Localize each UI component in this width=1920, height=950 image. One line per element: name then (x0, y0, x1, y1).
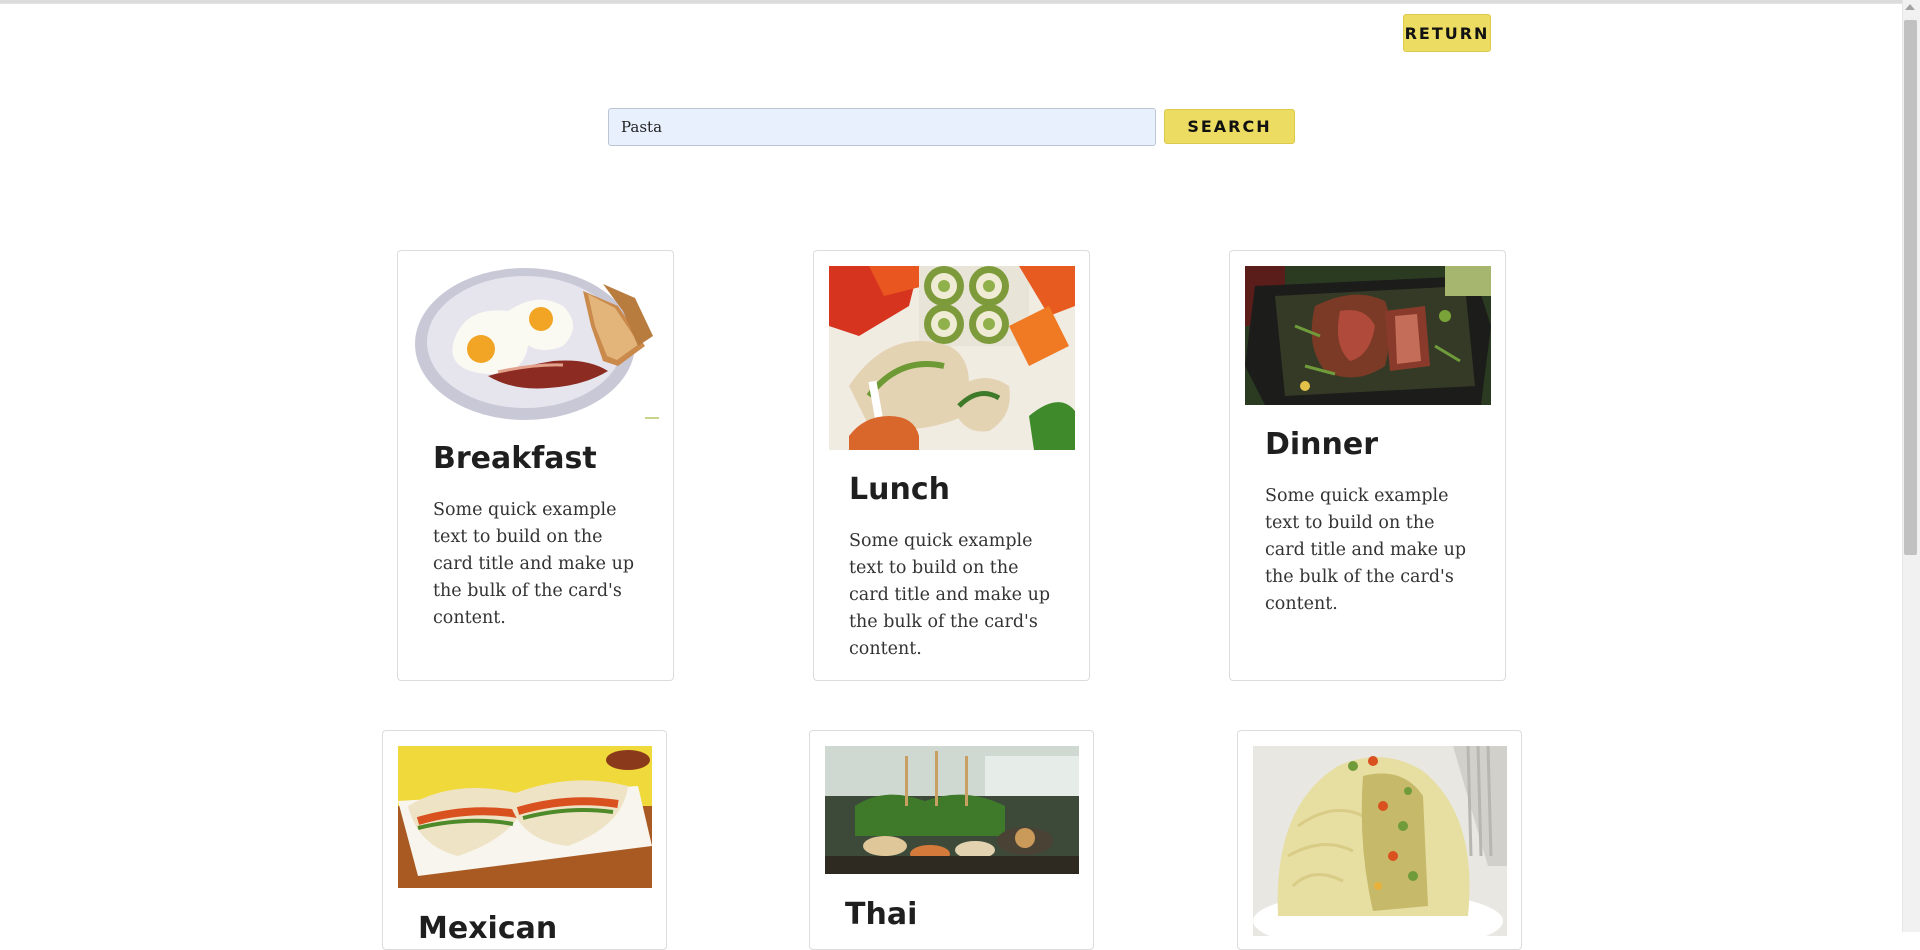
card-text: Some quick example text to build on the … (849, 531, 1051, 659)
window-top-border (0, 0, 1920, 4)
card-title: Dinner (1265, 427, 1379, 462)
card-pasta[interactable] (1237, 730, 1522, 950)
pasta-image (1253, 746, 1507, 936)
card-mexican[interactable]: Mexican (382, 730, 667, 950)
search-button[interactable]: SEARCH (1164, 109, 1295, 144)
search-input[interactable] (608, 108, 1156, 146)
card-dinner[interactable]: Dinner Some quick example text to build … (1229, 250, 1506, 681)
card-title: Thai (845, 897, 918, 932)
thai-image (825, 746, 1079, 874)
card-title: Breakfast (433, 441, 597, 476)
dinner-image (1245, 266, 1491, 405)
card-lunch[interactable]: Lunch Some quick example text to build o… (813, 250, 1090, 681)
card-title: Lunch (849, 472, 950, 507)
card-text: Some quick example text to build on the … (1265, 486, 1467, 614)
card-thai[interactable]: Thai (809, 730, 1094, 950)
card-text: Some quick example text to build on the … (433, 500, 635, 628)
scrollbar-thumb[interactable] (1904, 20, 1917, 555)
card-breakfast[interactable]: Breakfast Some quick example text to bui… (397, 250, 674, 681)
return-button[interactable]: RETURN (1403, 14, 1491, 52)
breakfast-image (413, 266, 659, 422)
lunch-image (829, 266, 1075, 450)
card-title: Mexican (418, 911, 558, 946)
mexican-image (398, 746, 652, 888)
scroll-up-arrow-icon[interactable] (1905, 4, 1915, 10)
